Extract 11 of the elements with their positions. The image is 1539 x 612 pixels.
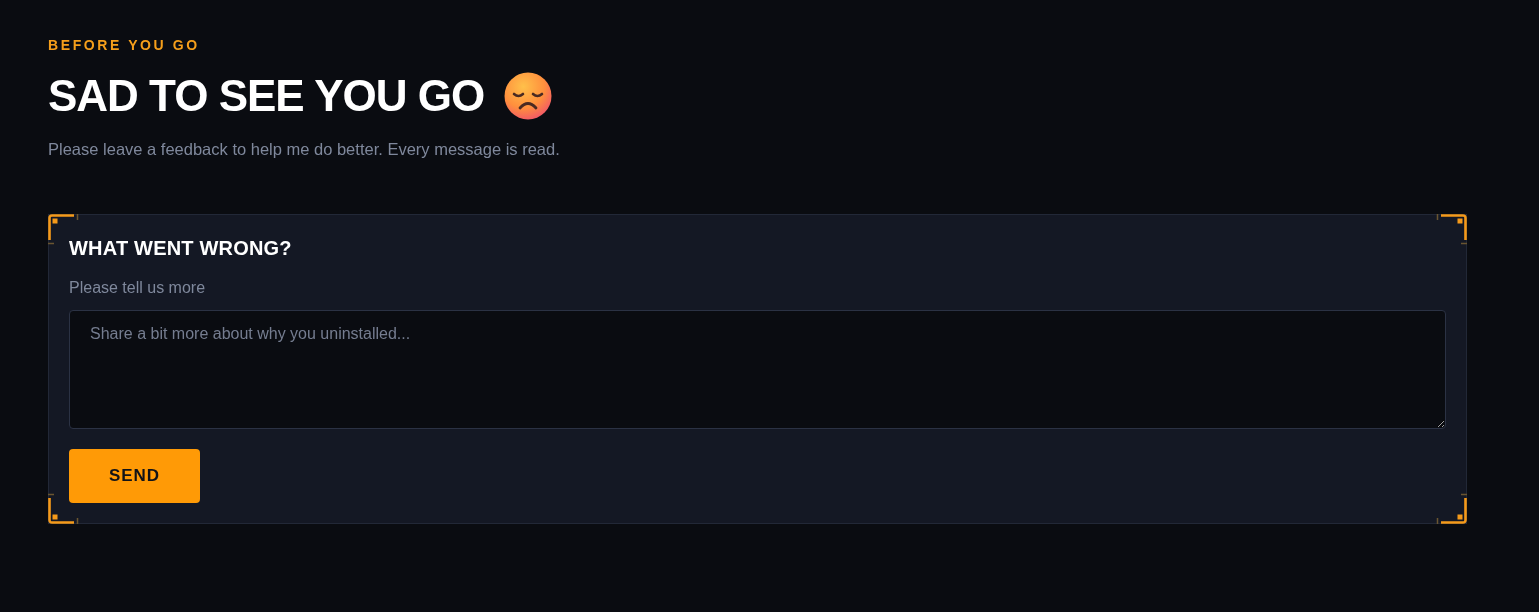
corner-bracket-icon: [47, 493, 79, 525]
sad-face-icon: [504, 72, 553, 120]
corner-bracket-icon: [1436, 213, 1468, 245]
eyebrow-text: BEFORE YOU GO: [48, 36, 201, 54]
send-button[interactable]: SEND: [69, 449, 200, 503]
subtitle-text: Please leave a feedback to help me do better. Every message is read.: [48, 139, 561, 160]
page-title: SAD TO SEE YOU GO: [48, 70, 485, 122]
corner-bracket-icon: [1436, 493, 1468, 525]
field-label: Please tell us more: [69, 278, 207, 298]
card-heading: WHAT WENT WRONG?: [69, 236, 293, 261]
message-field[interactable]: Share a bit more about why you uninstalled...: [69, 310, 1446, 429]
